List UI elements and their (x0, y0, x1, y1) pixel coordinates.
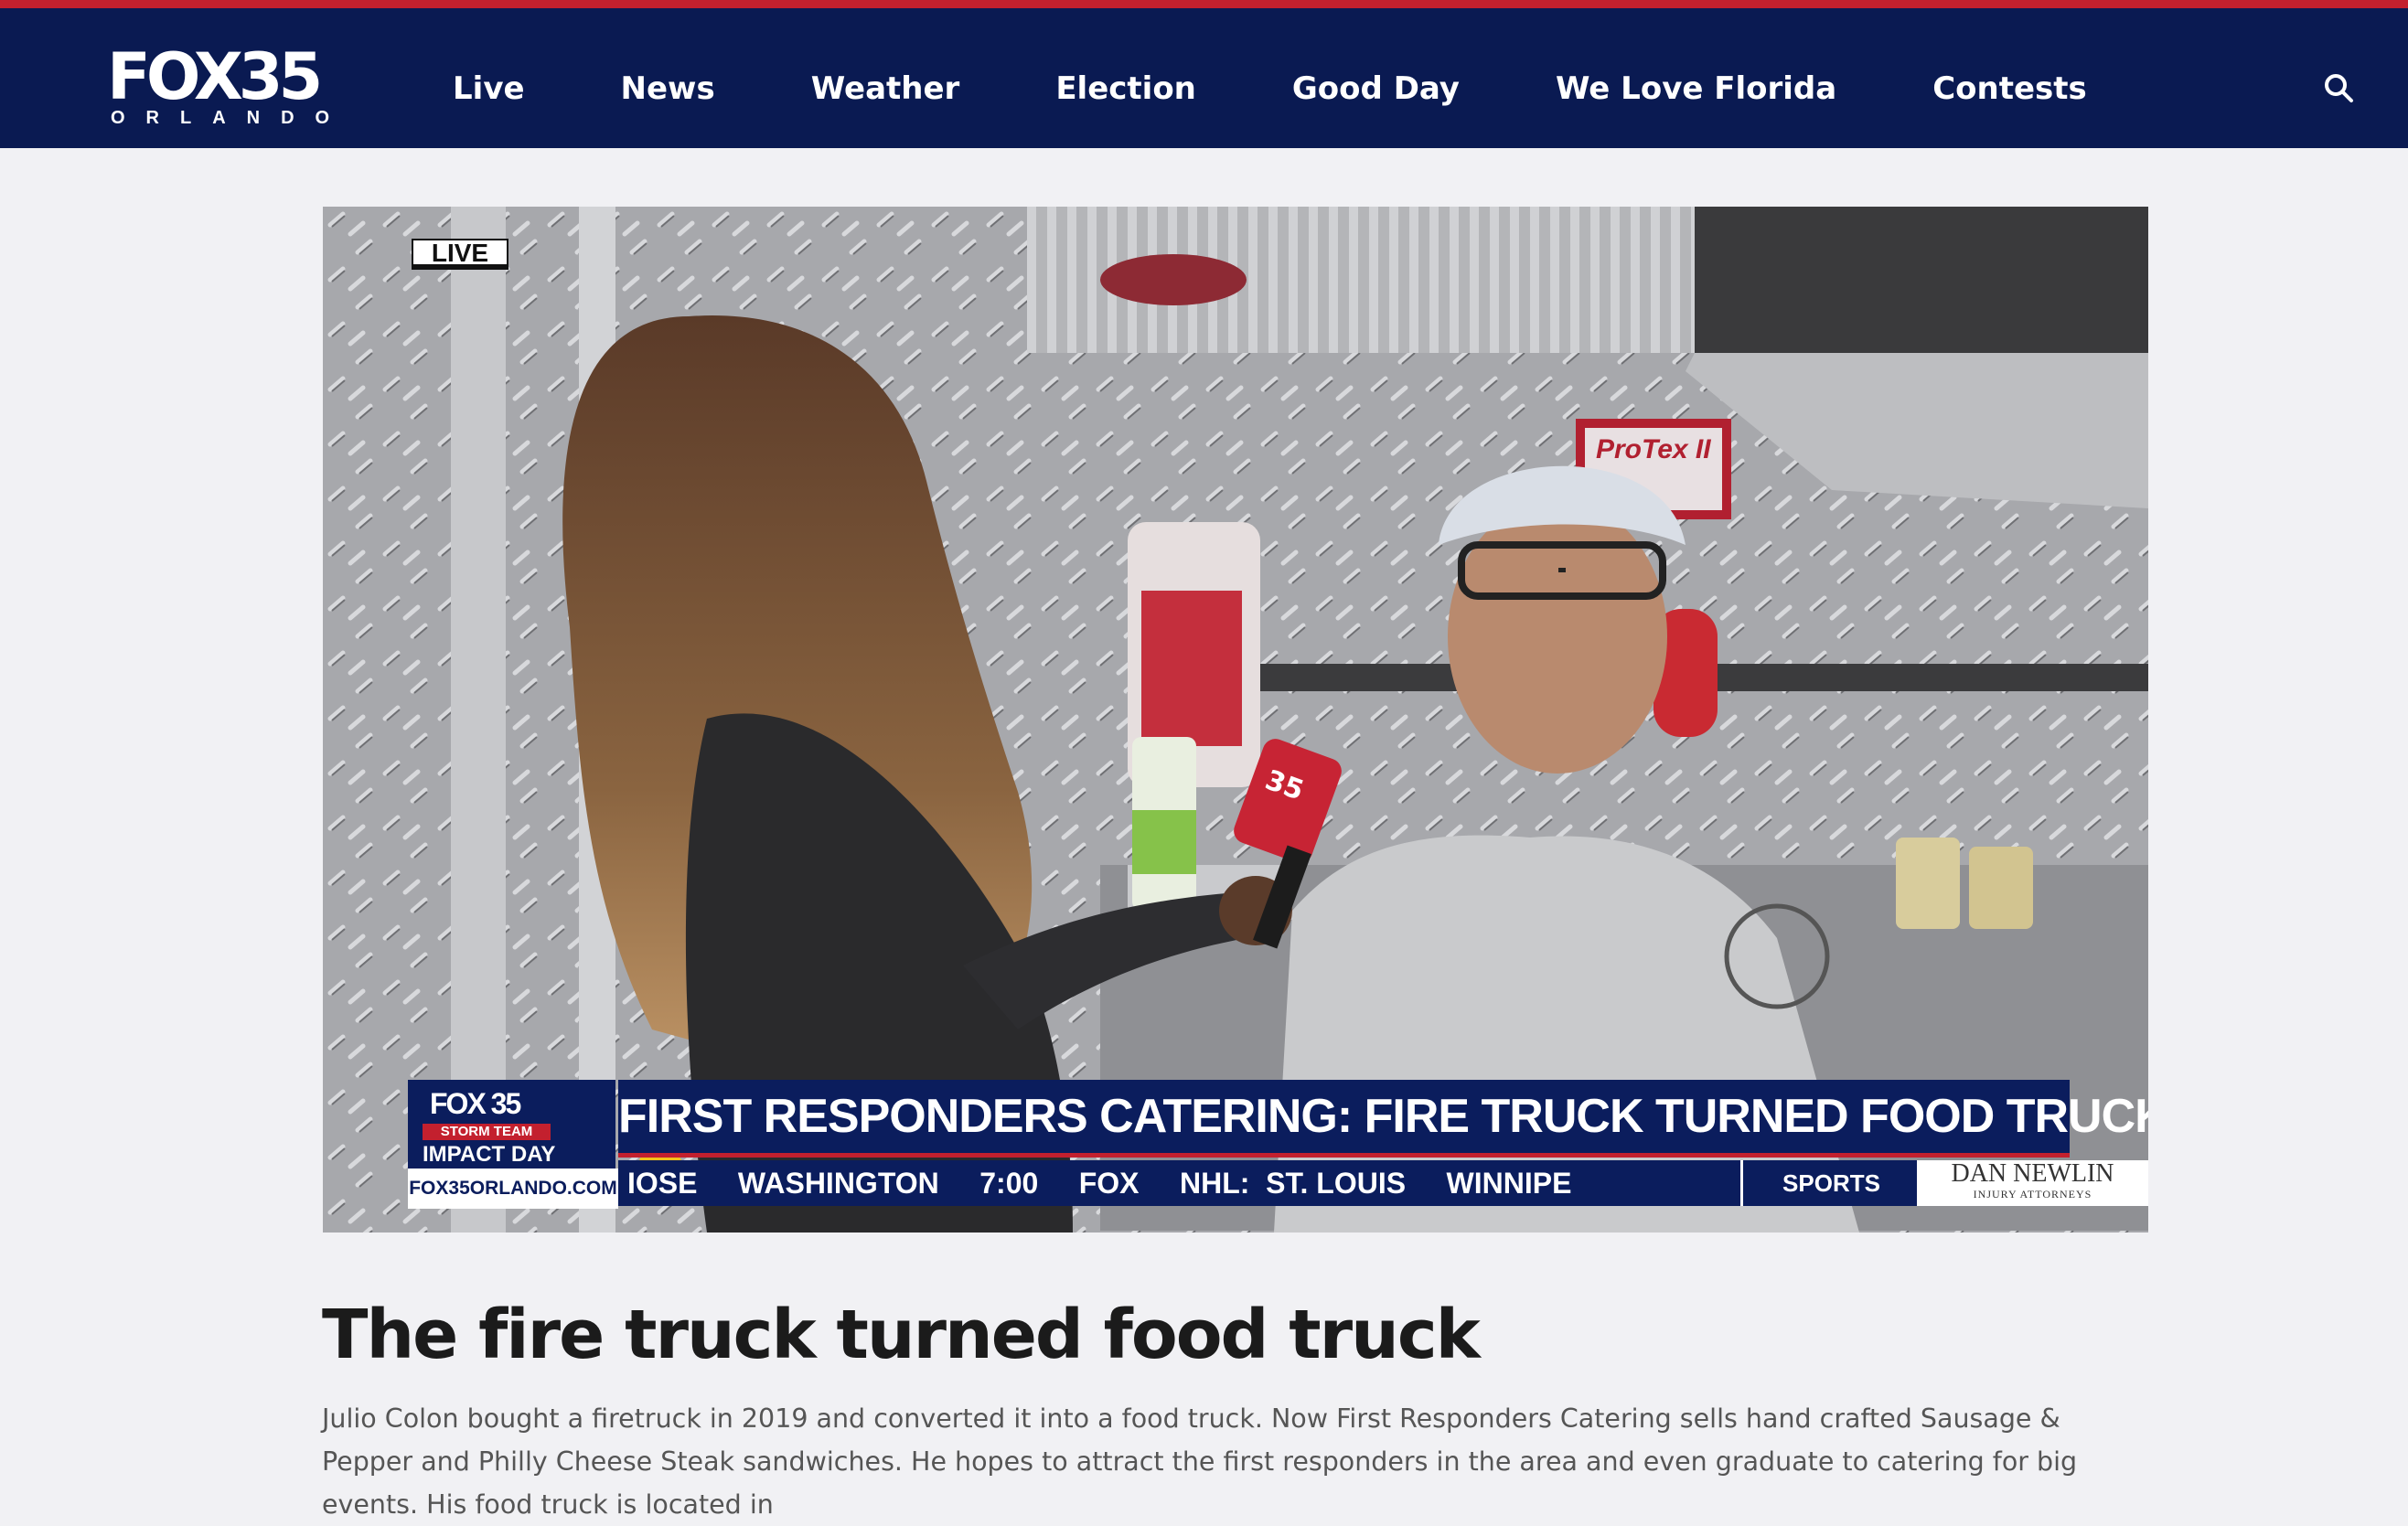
sports-ticker: IOSE WASHINGTON 7:00 FOX NHL: ST. LOUIS … (618, 1160, 1917, 1206)
nav-item-news[interactable]: News (621, 54, 715, 123)
nav-item-live[interactable]: Live (453, 54, 525, 123)
lower-third-headline: FIRST RESPONDERS CATERING: FIRE TRUCK TU… (618, 1090, 2148, 1143)
station-url: FOX35ORLANDO.COM (408, 1169, 618, 1209)
ticker-text: IOSE WASHINGTON 7:00 FOX NHL: ST. LOUIS … (627, 1167, 1572, 1200)
fox35-orlando-logo[interactable]: FOX35 ORLANDO (107, 39, 329, 130)
lower-third-logo-line3: IMPACT DAY (423, 1142, 556, 1167)
nav-item-weather[interactable]: Weather (811, 54, 960, 123)
search-icon[interactable] (2323, 72, 2354, 103)
nav-item-election[interactable]: Election (1055, 54, 1196, 123)
article-title: The fire truck turned food truck (322, 1296, 1481, 1374)
video-player[interactable]: ProTex II 35 LIVE FOX 35 STORM TEAM IMPA… (323, 207, 2148, 1233)
sponsor-name: DAN NEWLIN (1951, 1159, 2114, 1188)
logo-subtext: ORLANDO (111, 108, 351, 128)
article-body: Julio Colon bought a firetruck in 2019 a… (322, 1403, 2078, 1520)
protex-label: ProTex II (1596, 434, 1711, 464)
sponsor-tagline: INJURY ATTORNEYS (1973, 1188, 2092, 1201)
nav-item-we-love-florida[interactable]: We Love Florida (1556, 54, 1836, 123)
sponsor-logo: DAN NEWLIN INJURY ATTORNEYS (1917, 1160, 2148, 1206)
lower-third-logo-line1: FOX 35 (430, 1087, 521, 1120)
video-frame: ProTex II 35 (323, 207, 2148, 1233)
nav-item-contests[interactable]: Contests (1932, 54, 2087, 123)
lower-third-headline-bar: FIRST RESPONDERS CATERING: FIRE TRUCK TU… (618, 1080, 2148, 1158)
nav-item-good-day[interactable]: Good Day (1292, 54, 1460, 123)
live-badge: LIVE (412, 239, 508, 270)
lower-third-logo-line2: STORM TEAM (423, 1124, 551, 1140)
ticker-sports-label: SPORTS (1740, 1160, 1920, 1206)
main-nav: Live News Weather Election Good Day We L… (453, 54, 2183, 123)
top-navigation-bar: FOX35 ORLANDO Live News Weather Election… (0, 0, 2408, 148)
logo-text: FOX35 (107, 39, 323, 114)
